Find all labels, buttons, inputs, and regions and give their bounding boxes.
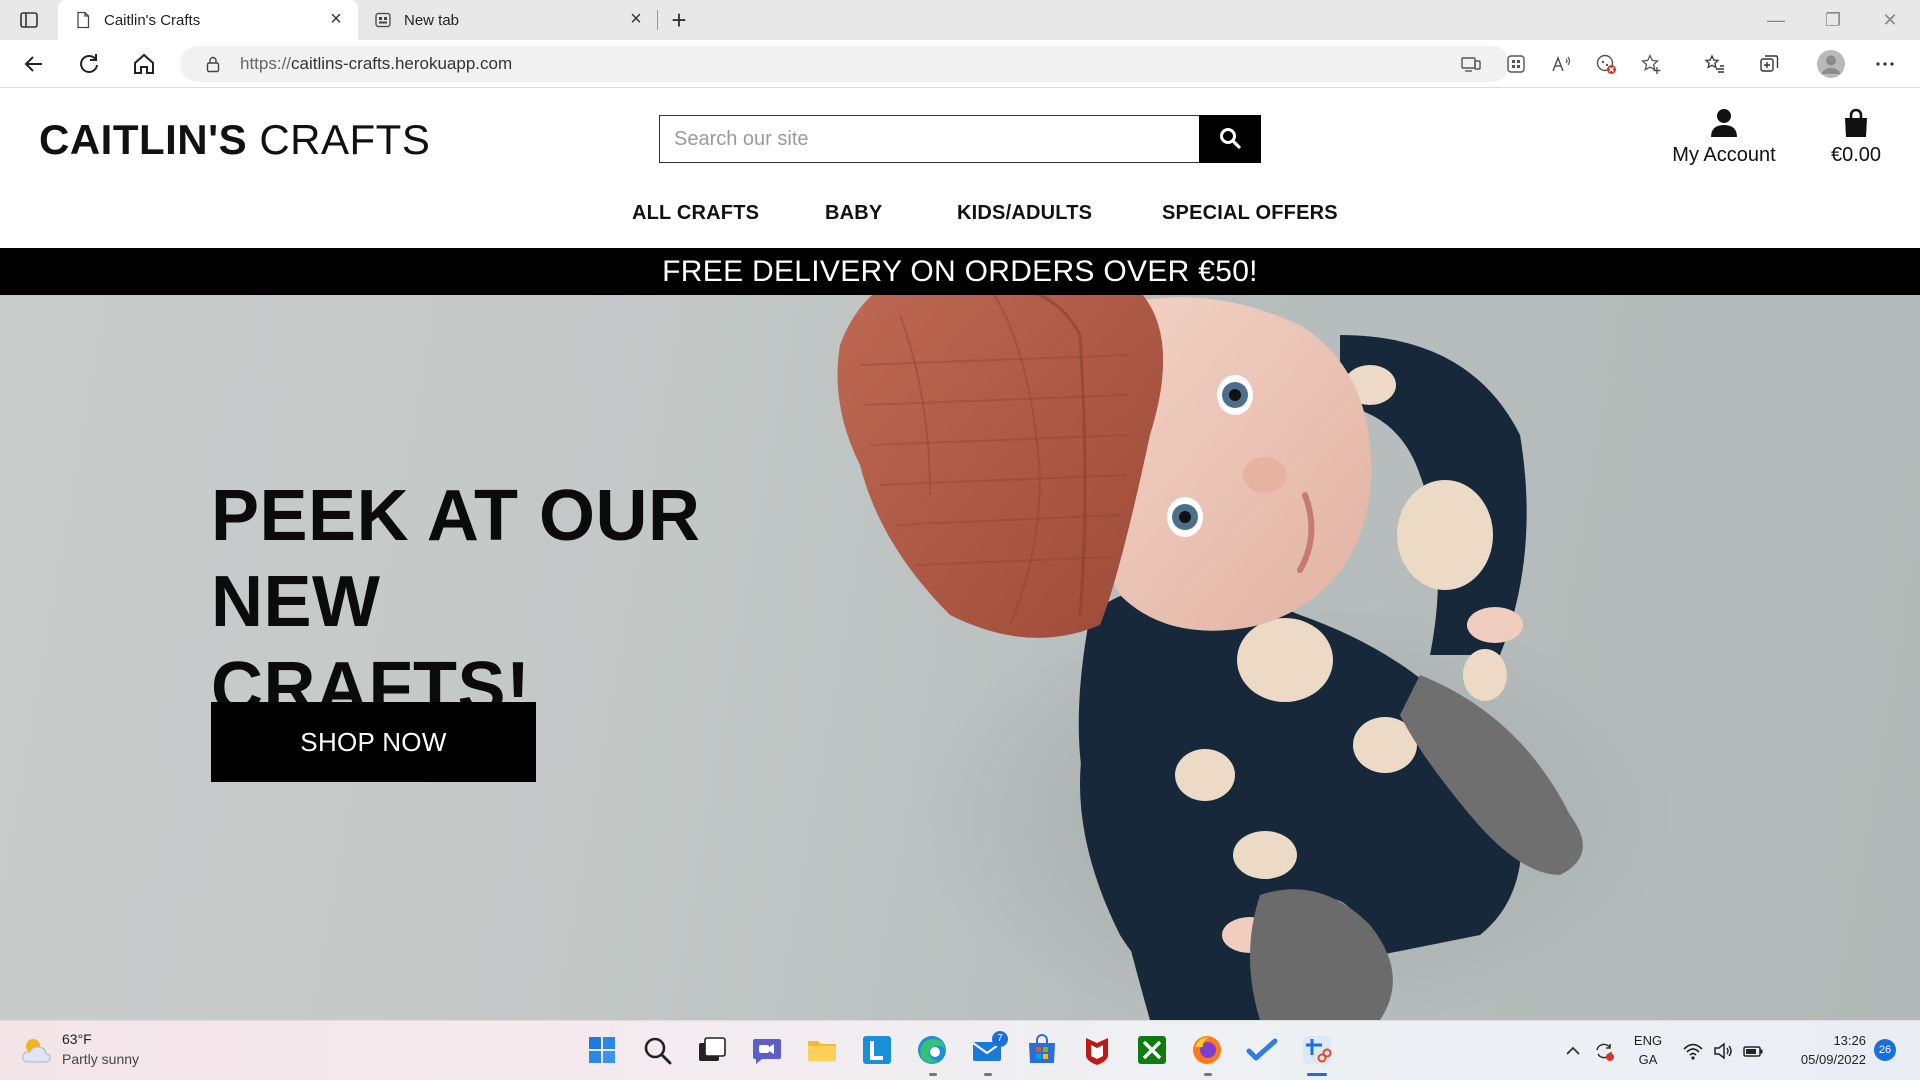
tracking-prevention-icon[interactable] [1595, 53, 1617, 75]
shop-now-button[interactable]: SHOP NOW [211, 702, 536, 782]
search-button[interactable] [1199, 115, 1261, 163]
battery-icon[interactable] [1742, 1040, 1764, 1062]
free-delivery-banner: FREE DELIVERY ON ORDERS OVER €50! [0, 248, 1920, 295]
search-form [659, 115, 1261, 163]
snipping-tool-active-indicator [1307, 1073, 1327, 1076]
snipping-tool-icon[interactable] [1300, 1033, 1334, 1067]
firefox-running-indicator [1204, 1073, 1212, 1076]
lock-icon[interactable] [204, 55, 222, 73]
file-explorer-icon[interactable] [805, 1033, 839, 1067]
wifi-icon[interactable] [1682, 1040, 1704, 1062]
close-tab-icon[interactable]: × [626, 9, 646, 30]
close-window-icon[interactable]: ✕ [1870, 6, 1910, 34]
back-icon[interactable] [20, 50, 48, 78]
my-account-link[interactable]: My Account [1658, 108, 1790, 167]
logo-bold-text: CAITLIN'S [39, 116, 248, 163]
taskbar-search-icon[interactable] [640, 1033, 674, 1067]
hero-title: PEEK AT OUR NEW CRAFTS! [211, 476, 701, 728]
hero-banner: PEEK AT OUR NEW CRAFTS! SHOP NOW [0, 295, 1920, 1020]
volume-icon[interactable] [1712, 1040, 1734, 1062]
site-header: CAITLIN'S CRAFTS My Account €0.00 ALL CR… [0, 88, 1920, 248]
tab-actions-icon[interactable] [18, 9, 40, 31]
favorites-icon[interactable] [1704, 53, 1726, 75]
nav-kids-adults[interactable]: KIDS/ADULTS [957, 202, 1092, 225]
shopping-bag-link[interactable]: €0.00 [1820, 108, 1892, 167]
read-aloud-icon[interactable] [1550, 53, 1572, 75]
edge-browser-icon[interactable] [915, 1033, 949, 1067]
page-icon [77, 11, 90, 29]
main-navigation: ALL CRAFTS BABY KIDS/ADULTS SPECIAL OFFE… [0, 198, 1920, 238]
clock-time: 13:26 [1833, 1033, 1866, 1048]
tab-caitlins-crafts[interactable]: Caitlin's Crafts × [58, 0, 358, 40]
extensions-grid-icon[interactable] [1505, 53, 1527, 75]
new-tab-button[interactable]: + [666, 7, 692, 34]
clock-date: 05/09/2022 [1800, 1052, 1866, 1067]
minimize-icon[interactable]: — [1756, 6, 1796, 34]
profile-avatar-icon[interactable] [1816, 49, 1846, 79]
nav-baby[interactable]: BABY [825, 202, 882, 225]
logo-light-text: CRAFTS [259, 116, 431, 163]
weather-widget[interactable]: 63°F Partly sunny [20, 1031, 180, 1071]
windows-taskbar: 63°F Partly sunny 7 ENG GA 13:26 05/09/2… [0, 1020, 1920, 1080]
mcafee-icon[interactable] [1080, 1033, 1114, 1067]
teams-chat-icon[interactable] [750, 1033, 784, 1067]
input-language[interactable]: ENG GA [1630, 1031, 1666, 1069]
close-tab-icon[interactable]: × [326, 9, 346, 30]
my-account-label: My Account [1672, 144, 1776, 166]
edge-running-indicator [929, 1073, 937, 1076]
new-tab-page-icon [375, 12, 391, 28]
site-logo[interactable]: CAITLIN'S CRAFTS [39, 116, 430, 164]
microsoft-todo-icon[interactable] [1245, 1033, 1279, 1067]
tab-new-tab[interactable]: New tab × [358, 0, 658, 40]
weather-condition: Partly sunny [62, 1051, 140, 1067]
partly-sunny-icon [22, 1039, 51, 1063]
url-field[interactable]: https://caitlins-crafts.herokuapp.com [180, 46, 1510, 82]
shopping-bag-icon [1845, 108, 1867, 137]
add-favorite-icon[interactable] [1640, 53, 1662, 75]
tab-divider [657, 10, 658, 30]
tab-title: New tab [404, 11, 460, 29]
weather-temperature: 63°F [62, 1031, 92, 1047]
address-bar: https://caitlins-crafts.herokuapp.com [0, 40, 1920, 88]
more-options-icon[interactable] [1874, 53, 1896, 75]
microsoft-store-icon[interactable] [1025, 1033, 1059, 1067]
notification-count-badge[interactable]: 26 [1874, 1039, 1896, 1061]
mail-running-indicator [984, 1073, 992, 1076]
firefox-icon[interactable] [1190, 1033, 1224, 1067]
nav-special-offers[interactable]: SPECIAL OFFERS [1162, 202, 1338, 225]
refresh-icon[interactable] [75, 50, 103, 78]
show-hidden-icons-chevron-icon[interactable] [1562, 1040, 1584, 1062]
app-available-icon[interactable] [1460, 53, 1482, 75]
search-icon [1220, 127, 1241, 149]
home-icon[interactable] [130, 50, 158, 78]
task-view-icon[interactable] [695, 1033, 729, 1067]
windows-start-icon[interactable] [585, 1033, 619, 1067]
bag-total: €0.00 [1830, 144, 1882, 166]
restore-icon[interactable]: ❐ [1813, 6, 1853, 34]
xbox-icon[interactable] [1135, 1033, 1169, 1067]
url-text: https://caitlins-crafts.herokuapp.com [240, 54, 513, 73]
browser-tab-bar: Caitlin's Crafts × New tab × + — ❐ ✕ [0, 0, 1920, 40]
sync-icon[interactable] [1593, 1040, 1615, 1062]
search-input[interactable] [659, 115, 1201, 163]
user-icon [1711, 109, 1737, 137]
nav-all-crafts[interactable]: ALL CRAFTS [632, 202, 759, 225]
collections-icon[interactable] [1758, 53, 1780, 75]
tab-title: Caitlin's Crafts [104, 11, 201, 29]
l-app-icon[interactable] [860, 1033, 894, 1067]
system-clock[interactable]: 13:26 05/09/2022 [1772, 1031, 1866, 1069]
mail-badge: 7 [992, 1031, 1008, 1047]
